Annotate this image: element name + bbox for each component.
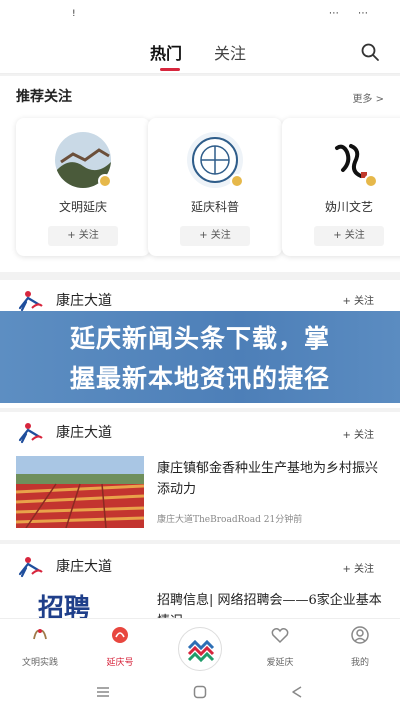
follow-button[interactable]: + 关注 bbox=[342, 560, 374, 575]
nav-label: 爱延庆 bbox=[266, 658, 294, 668]
bottom-nav: 文明实践 延庆号 爱延庆 我的 bbox=[0, 618, 400, 674]
verified-badge-icon bbox=[230, 174, 244, 188]
status-bar: ! ⋯ ⋯ bbox=[0, 0, 400, 30]
system-nav-bar bbox=[0, 674, 400, 711]
author-name: 康庄大道 bbox=[56, 425, 112, 441]
search-icon[interactable] bbox=[360, 42, 380, 62]
banner-line-1: 延庆新闻头条下载，掌 bbox=[69, 324, 330, 353]
recommend-card[interactable]: 文明延庆 + 关注 bbox=[16, 118, 150, 256]
follow-button[interactable]: + 关注 bbox=[342, 292, 374, 307]
more-link[interactable]: 更多 > bbox=[352, 90, 384, 105]
status-indicator: ! bbox=[72, 9, 76, 19]
follow-button[interactable]: + 关注 bbox=[180, 226, 250, 246]
nav-item-civilization-practice[interactable]: 文明实践 bbox=[8, 619, 72, 675]
banner-line-2: 握最新本地资讯的捷径 bbox=[69, 364, 330, 393]
back-icon[interactable] bbox=[290, 685, 304, 699]
article-title[interactable]: 康庄镇郁金香种业生产基地为乡村振兴添动力 bbox=[157, 458, 385, 500]
menu-icon[interactable] bbox=[96, 686, 110, 698]
nav-item-center[interactable] bbox=[178, 627, 222, 671]
author-name: 康庄大道 bbox=[56, 559, 112, 575]
recommend-card-name: 延庆科普 bbox=[190, 200, 239, 214]
nav-label: 我的 bbox=[350, 658, 369, 668]
nav-item-mine[interactable]: 我的 bbox=[328, 619, 392, 675]
recommend-card-name: 妫川文艺 bbox=[324, 200, 373, 214]
article-thumbnail[interactable] bbox=[16, 456, 144, 528]
home-logo-icon bbox=[187, 639, 215, 663]
follow-button[interactable]: + 关注 bbox=[48, 226, 118, 246]
status-icons: ⋯ ⋯ bbox=[328, 8, 376, 19]
promo-banner: 延庆新闻头条下载，掌 握最新本地资讯的捷径 bbox=[0, 311, 400, 403]
profile-icon bbox=[351, 626, 369, 644]
nav-item-yanqing-hao[interactable]: 延庆号 bbox=[88, 619, 152, 675]
recommend-card[interactable]: 妫川文艺 + 关注 bbox=[282, 118, 400, 256]
nav-label: 文明实践 bbox=[21, 658, 58, 668]
recommend-title: 推荐关注 bbox=[16, 89, 72, 105]
feed-card: 康庄大道 + 关注 招聘 招聘信息| 网络招聘会——6家企业基本情况 bbox=[0, 544, 400, 629]
recommend-card[interactable]: 延庆科普 + 关注 bbox=[148, 118, 282, 256]
yanqing-hao-icon bbox=[112, 627, 128, 643]
article-thumbnail[interactable]: 招聘 bbox=[16, 590, 144, 618]
follow-button[interactable]: + 关注 bbox=[314, 226, 384, 246]
follow-button[interactable]: + 关注 bbox=[342, 426, 374, 441]
heart-icon bbox=[271, 628, 289, 644]
author-name: 康庄大道 bbox=[56, 293, 112, 309]
tab-follow[interactable]: 关注 bbox=[214, 40, 246, 64]
recommend-section: 推荐关注 更多 > 文明延庆 + 关注 延庆科普 + 关注 妫川文艺 + 关注 bbox=[0, 76, 400, 272]
feed-card: 康庄大道 + 关注 康庄镇郁金香种业生产基地为乡村振兴添动力 康庄大道TheBr… bbox=[0, 412, 400, 540]
top-nav: 热门 关注 bbox=[0, 30, 400, 74]
article-meta: 康庄大道TheBroadRoad 21分钟前 bbox=[157, 515, 303, 525]
home-icon[interactable] bbox=[193, 685, 207, 699]
civilization-icon bbox=[33, 629, 47, 640]
thumbnail-text: 招聘 bbox=[38, 594, 91, 618]
verified-badge-icon bbox=[364, 174, 378, 188]
tab-indicator bbox=[160, 68, 180, 71]
author-logo-icon bbox=[18, 423, 43, 444]
tab-hot[interactable]: 热门 bbox=[150, 40, 182, 64]
author-logo-icon bbox=[18, 291, 43, 312]
verified-badge-icon bbox=[98, 174, 112, 188]
nav-item-love-yanqing[interactable]: 爱延庆 bbox=[248, 619, 312, 675]
recommend-card-name: 文明延庆 bbox=[58, 200, 107, 214]
nav-label: 延庆号 bbox=[106, 658, 134, 668]
author-logo-icon bbox=[18, 557, 43, 578]
